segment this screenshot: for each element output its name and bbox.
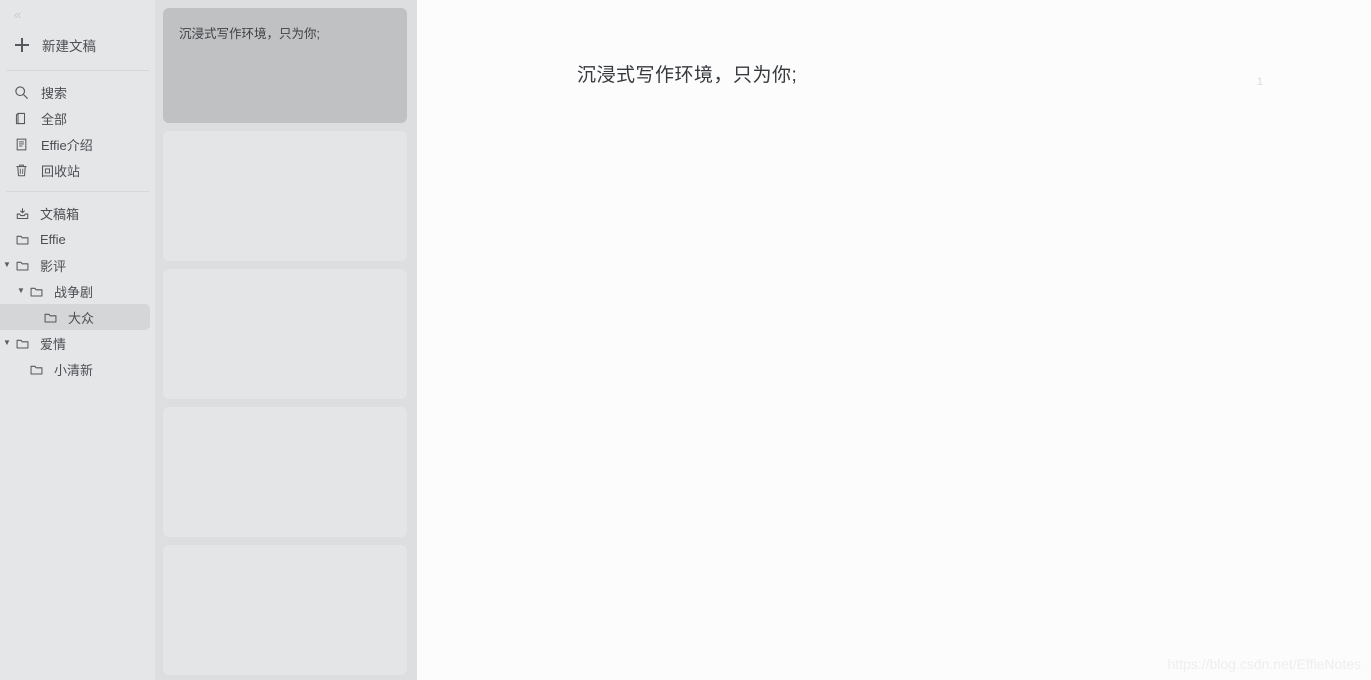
folder-item-effie-label: Effie <box>40 231 66 247</box>
folder-item-fresh[interactable]: 小清新 <box>0 356 155 382</box>
note-card[interactable] <box>163 545 407 675</box>
sidebar-item-effie-intro-label: Effie介绍 <box>41 137 93 153</box>
note-card[interactable] <box>163 131 407 261</box>
folder-item-romance-label: 爱情 <box>40 336 67 352</box>
chevron-down-icon[interactable]: ▼ <box>0 339 14 347</box>
folder-item-inbox-label: 文稿箱 <box>40 206 80 222</box>
sidebar-item-effie-intro[interactable]: Effie介绍 <box>0 131 155 157</box>
divider-middle <box>6 191 149 192</box>
folder-item-movie-review-label: 影评 <box>40 258 67 274</box>
folder-icon <box>28 361 45 378</box>
folder-item-war-drama-label: 战争剧 <box>54 284 94 300</box>
folder-item-effie[interactable]: Effie <box>0 226 155 252</box>
document-icon <box>13 136 30 153</box>
folder-icon <box>14 335 31 352</box>
note-card[interactable] <box>163 407 407 537</box>
folder-item-movie-review[interactable]: ▼ 影评 <box>0 252 155 278</box>
watermark: https://blog.csdn.net/EffieNotes <box>1167 656 1361 672</box>
new-document-button[interactable]: 新建文稿 <box>0 28 155 62</box>
sidebar-item-all[interactable]: 全部 <box>0 105 155 131</box>
folder-item-fresh-label: 小清新 <box>54 362 94 378</box>
folder-item-romance[interactable]: ▼ 爱情 <box>0 330 155 356</box>
divider-top <box>6 70 149 71</box>
chevron-down-icon[interactable]: ▼ <box>14 287 28 295</box>
note-card-title: 沉浸式写作环境，只为你; <box>179 27 320 41</box>
folder-icon <box>14 257 31 274</box>
book-icon <box>13 110 30 127</box>
sidebar-item-search-label: 搜索 <box>41 85 68 101</box>
folder-icon <box>28 283 45 300</box>
folder-tree: 文稿箱 Effie ▼ 影评 ▼ 战争剧 大众 ▼ 爱情 小清新 <box>0 200 155 382</box>
folder-icon <box>14 231 31 248</box>
nav-list: 搜索 全部 Effie介绍 回收站 <box>0 79 155 183</box>
sidebar-item-recycle-bin-label: 回收站 <box>41 163 81 179</box>
note-card[interactable]: 沉浸式写作环境，只为你; <box>163 8 407 123</box>
document-title[interactable]: 沉浸式写作环境，只为你; <box>417 62 1371 91</box>
trash-icon <box>13 162 30 179</box>
editor-panel[interactable]: 沉浸式写作环境，只为你; 1 https://blog.csdn.net/Eff… <box>417 0 1371 680</box>
editor-content: 沉浸式写作环境，只为你; 1 <box>417 0 1371 680</box>
note-list-panel[interactable]: 沉浸式写作环境，只为你; <box>155 0 417 680</box>
plus-icon <box>14 37 30 53</box>
note-card[interactable] <box>163 269 407 399</box>
collapse-sidebar-icon[interactable]: « <box>14 8 21 21</box>
inbox-icon <box>14 205 31 222</box>
sidebar: « 新建文稿 搜索 全部 Effie介绍 回收站 文稿箱 Effie ▼ 影评 … <box>0 0 155 680</box>
folder-item-inbox[interactable]: 文稿箱 <box>0 200 155 226</box>
sidebar-item-recycle-bin[interactable]: 回收站 <box>0 157 155 183</box>
folder-item-dazhong[interactable]: 大众 <box>0 304 150 330</box>
folder-item-dazhong-label: 大众 <box>68 310 95 326</box>
sidebar-item-search[interactable]: 搜索 <box>0 79 155 105</box>
folder-item-war-drama[interactable]: ▼ 战争剧 <box>0 278 155 304</box>
folder-icon <box>42 309 59 326</box>
new-document-label: 新建文稿 <box>42 39 96 54</box>
line-counter: 1 <box>1256 76 1263 88</box>
app-window: « 新建文稿 搜索 全部 Effie介绍 回收站 文稿箱 Effie ▼ 影评 … <box>0 0 1371 680</box>
collapse-row: « <box>0 0 155 28</box>
sidebar-item-all-label: 全部 <box>41 111 68 127</box>
search-icon <box>13 84 30 101</box>
chevron-down-icon[interactable]: ▼ <box>0 261 14 269</box>
